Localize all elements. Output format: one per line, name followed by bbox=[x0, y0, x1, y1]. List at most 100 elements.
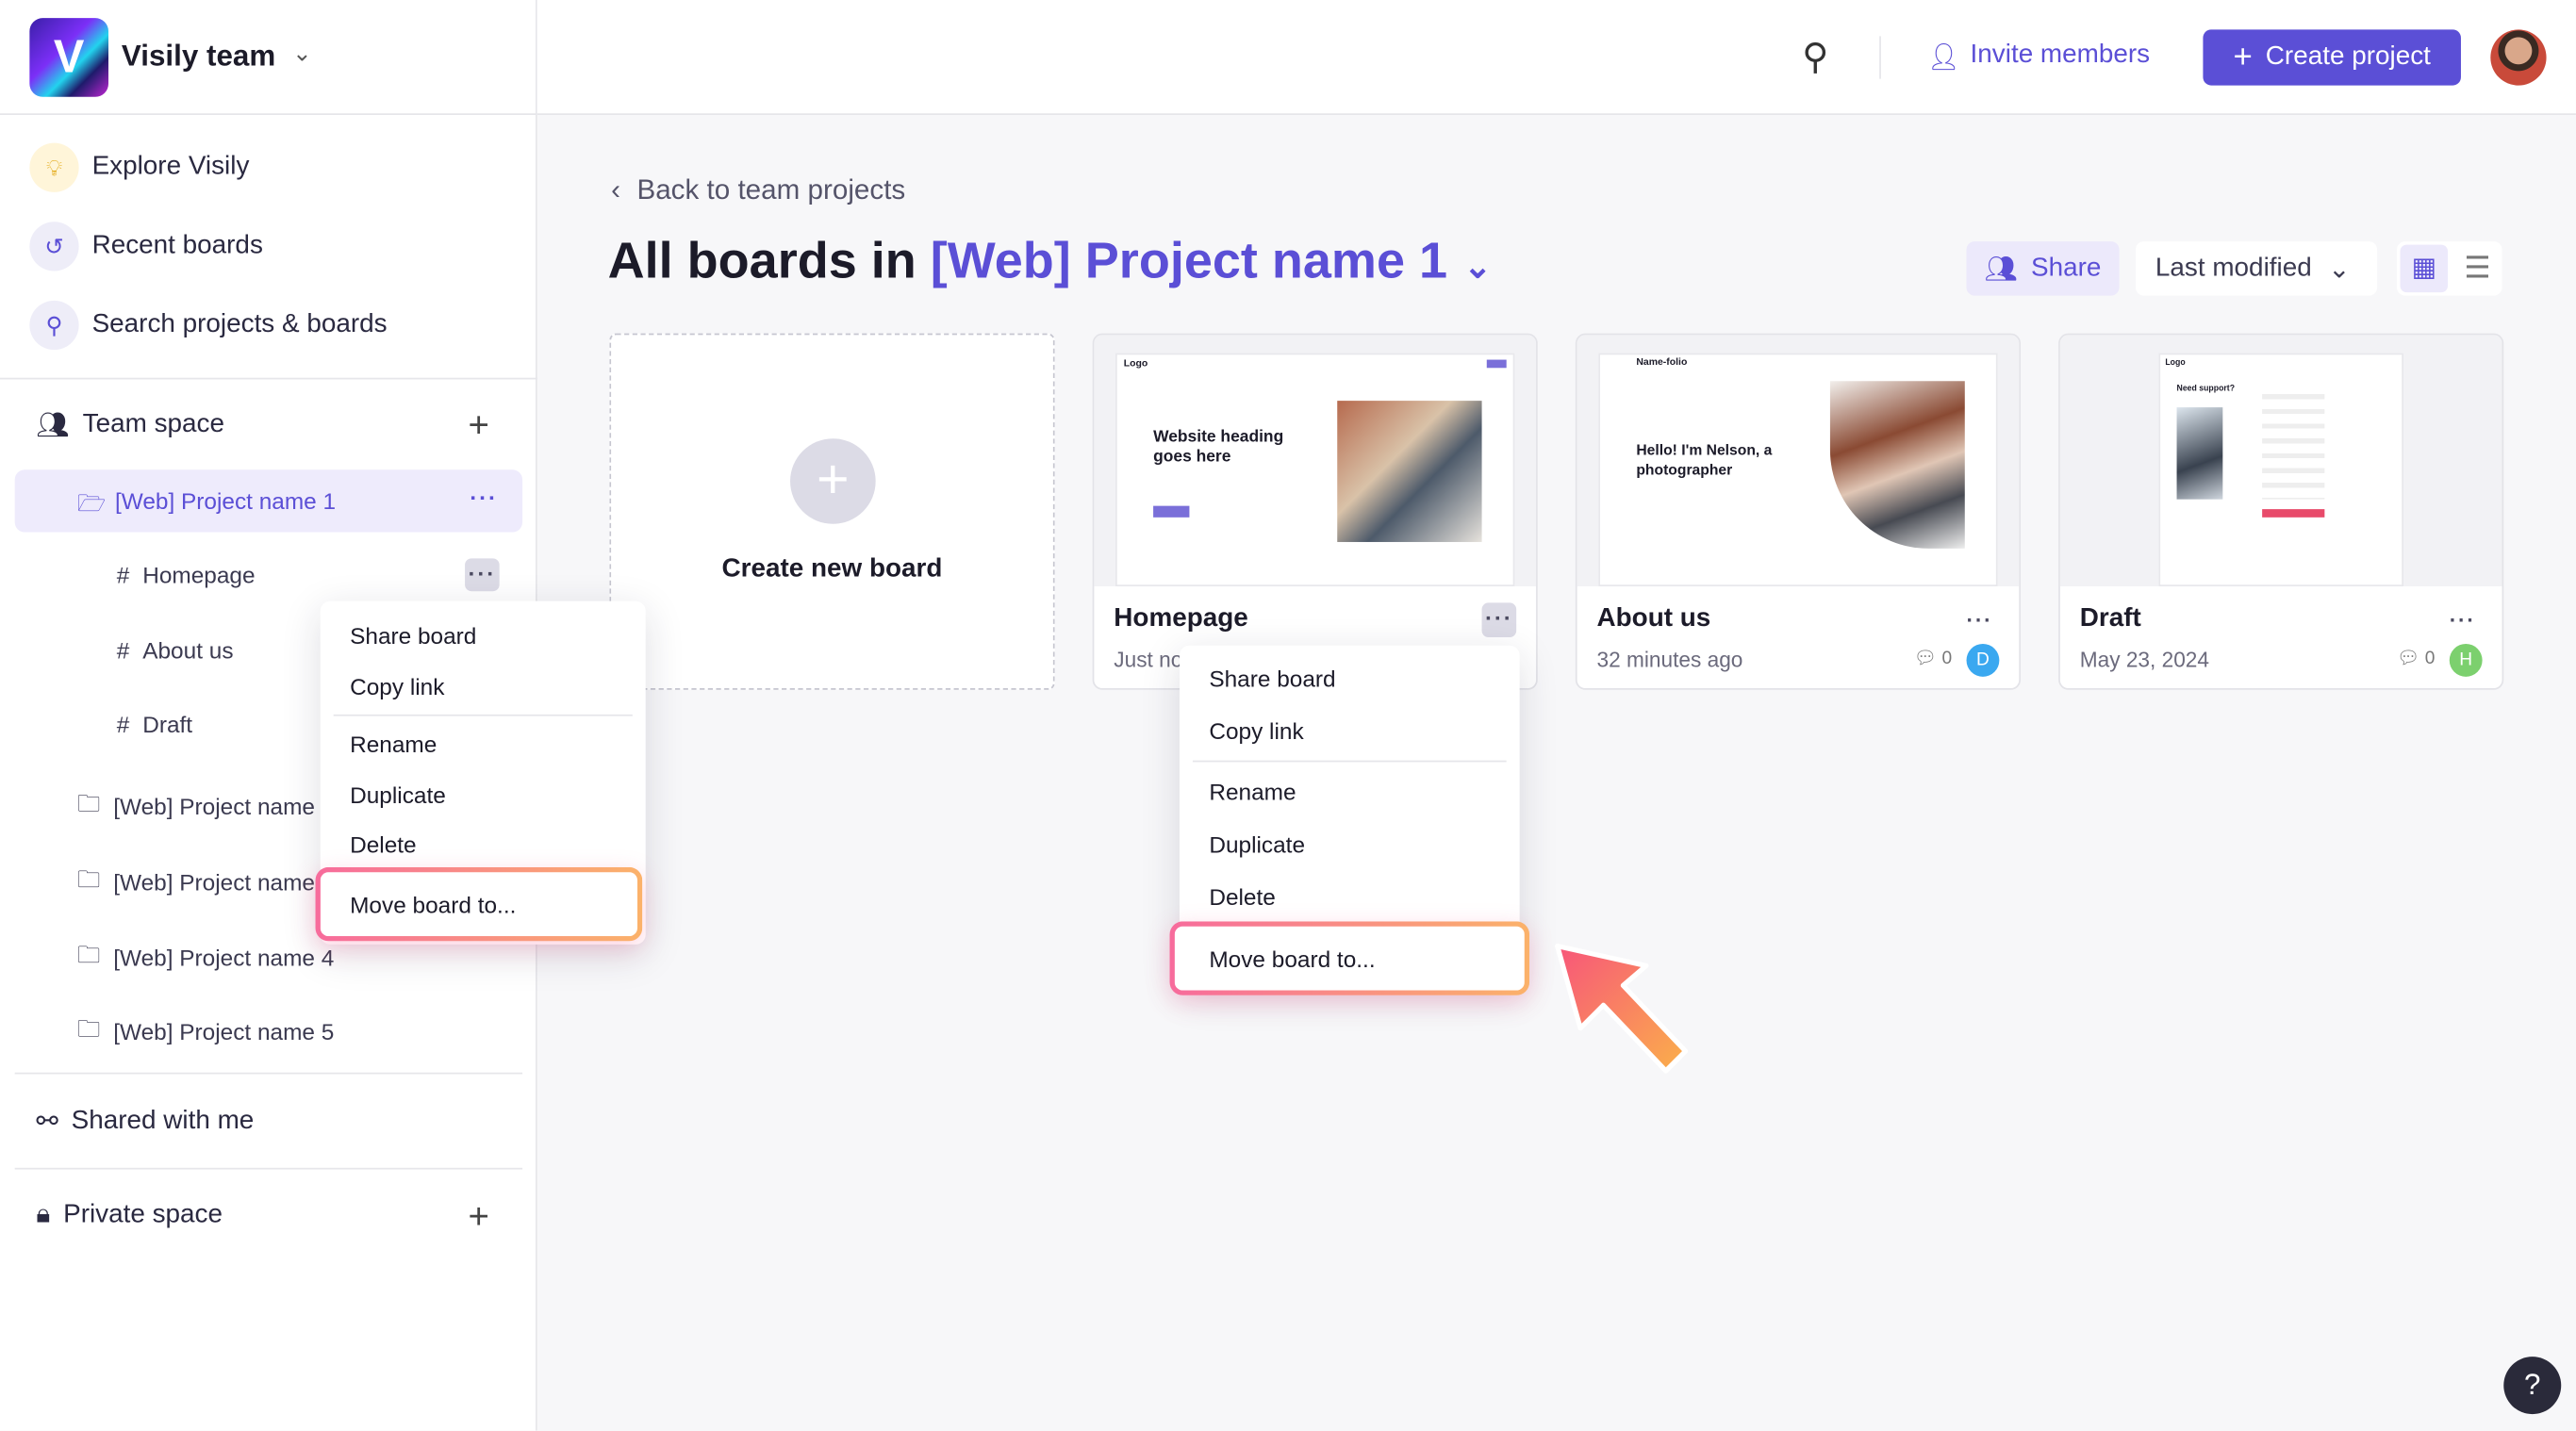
user-add-icon: 👤︎ bbox=[1926, 44, 1961, 73]
comments-value: 0 bbox=[1941, 649, 1953, 669]
board-more-button[interactable]: ··· bbox=[1481, 602, 1517, 638]
sort-label: Last modified bbox=[2155, 254, 2312, 282]
plus-icon: + bbox=[2233, 38, 2253, 75]
sidebar-project[interactable]: 🗀 [Web] Project name 2 bbox=[77, 787, 334, 827]
sort-dropdown[interactable]: Last modified ⌄ bbox=[2135, 241, 2378, 296]
title-prefix: All boards in bbox=[607, 231, 931, 289]
board-more-button[interactable]: ··· bbox=[465, 558, 500, 592]
top-bar: ⚲ 👤︎ Invite members + Create project bbox=[537, 0, 2576, 115]
team-header[interactable]: V Visily team ⌄ bbox=[0, 0, 537, 115]
back-link[interactable]: ‹ Back to team projects bbox=[611, 174, 905, 207]
share-button[interactable]: 👥︎ Share bbox=[1966, 241, 2120, 296]
preview-submit bbox=[2262, 509, 2325, 518]
menu-item-duplicate[interactable]: Duplicate bbox=[1209, 831, 1305, 858]
plus-icon: + bbox=[790, 438, 876, 524]
nav-recent[interactable]: ↺ Recent boards bbox=[29, 222, 263, 271]
avatar: D bbox=[1966, 643, 2000, 677]
divider bbox=[1192, 760, 1507, 763]
sidebar-board-draft[interactable]: # Draft bbox=[117, 711, 192, 737]
sidebar-project[interactable]: 🗀 [Web] Project name 4 bbox=[77, 938, 334, 978]
menu-item-copy-link[interactable]: Copy link bbox=[1209, 717, 1303, 744]
grid-view-icon[interactable]: ▦ bbox=[2400, 244, 2449, 293]
menu-item-move-board[interactable]: Move board to... bbox=[1170, 921, 1530, 995]
chevron-left-icon: ‹ bbox=[611, 173, 621, 206]
add-team-project-button[interactable]: + bbox=[469, 404, 489, 447]
create-label: Create project bbox=[2265, 42, 2431, 71]
board-thumbnail: Name-folio Hello! I'm Nelson, a photogra… bbox=[1577, 335, 2020, 587]
view-toggle: ▦ ☰ bbox=[2397, 241, 2502, 296]
search-icon[interactable]: ⚲ bbox=[1802, 36, 1828, 78]
divider bbox=[14, 1072, 523, 1075]
more-icon[interactable]: ··· bbox=[1967, 608, 1993, 633]
comment-icon: 💬︎ bbox=[2397, 649, 2420, 669]
create-new-board-card[interactable]: + Create new board bbox=[609, 333, 1055, 690]
help-button[interactable]: ? bbox=[2503, 1357, 2562, 1415]
move-board-label: Move board to... bbox=[350, 892, 517, 918]
shared-with-me[interactable]: ⚯ Shared with me bbox=[36, 1106, 254, 1139]
nav-label: Search projects & boards bbox=[91, 310, 388, 338]
sidebar-project[interactable]: 🗀 [Web] Project name 3 bbox=[77, 863, 334, 902]
nav-explore[interactable]: 💡︎ Explore Visily bbox=[29, 142, 250, 192]
board-card-homepage[interactable]: Logo Website heading goes here Homepage … bbox=[1092, 333, 1538, 690]
team-name[interactable]: Visily team bbox=[122, 40, 275, 74]
divider bbox=[14, 1167, 523, 1170]
menu-item-delete[interactable]: Delete bbox=[350, 831, 417, 858]
board-subtitle: 32 minutes ago bbox=[1596, 647, 1743, 672]
more-icon[interactable]: ··· bbox=[2450, 608, 2476, 633]
menu-item-delete[interactable]: Delete bbox=[1209, 883, 1276, 910]
menu-item-rename[interactable]: Rename bbox=[350, 731, 437, 757]
back-label: Back to team projects bbox=[636, 173, 906, 206]
comment-count: 💬︎ 0 bbox=[2397, 647, 2435, 668]
comment-icon: 💬︎ bbox=[1913, 649, 1938, 669]
menu-item-copy-link[interactable]: Copy link bbox=[350, 673, 444, 699]
sidebar-board-about[interactable]: # About us bbox=[117, 637, 234, 664]
avatar[interactable] bbox=[2490, 29, 2547, 86]
chevron-down-icon[interactable]: ⌄ bbox=[1463, 250, 1491, 286]
sidebar-project-selected[interactable]: 🗁 [Web] Project name 1 ··· bbox=[14, 469, 523, 533]
create-project-button[interactable]: + Create project bbox=[2203, 29, 2461, 86]
invite-members-button[interactable]: 👤︎ Invite members bbox=[1927, 41, 2150, 74]
menu-item-move-board[interactable]: Move board to... bbox=[316, 867, 643, 941]
folder-icon: 🗀 bbox=[76, 1014, 101, 1042]
pointer-arrow-icon bbox=[1555, 943, 1689, 1074]
share-icon: ⚯ bbox=[36, 1109, 58, 1137]
project-label: [Web] Project name 2 bbox=[113, 793, 335, 820]
lock-icon: 🔒︎ bbox=[36, 1200, 51, 1229]
chevron-down-icon[interactable]: ⌄ bbox=[292, 40, 311, 68]
share-label: Share bbox=[2031, 254, 2102, 282]
nav-label: Explore Visily bbox=[91, 153, 250, 181]
preview-logo: Logo bbox=[2165, 357, 2186, 369]
sidebar-project[interactable]: 🗀 [Web] Project name 5 bbox=[77, 1012, 334, 1051]
create-board-label: Create new board bbox=[721, 554, 943, 584]
sidebar-board-homepage[interactable]: # Homepage bbox=[117, 562, 256, 588]
list-view-icon[interactable]: ☰ bbox=[2456, 245, 2499, 293]
menu-item-share[interactable]: Share board bbox=[350, 622, 476, 649]
preview-photo bbox=[1337, 401, 1482, 542]
private-space[interactable]: 🔒︎ Private space bbox=[36, 1201, 223, 1230]
frame-icon: # bbox=[116, 637, 130, 664]
people-icon: 👥︎ bbox=[1984, 255, 2019, 284]
folder-icon: 🗀 bbox=[76, 865, 101, 893]
nav-search[interactable]: ⚲ Search projects & boards bbox=[29, 300, 388, 351]
team-space-label: Team space bbox=[82, 410, 224, 439]
menu-item-rename[interactable]: Rename bbox=[1209, 779, 1296, 805]
move-board-label: Move board to... bbox=[1209, 946, 1376, 973]
project-label: [Web] Project name 4 bbox=[113, 944, 335, 971]
preview-heading: Hello! I'm Nelson, a photographer bbox=[1636, 441, 1773, 479]
project-switcher[interactable]: [Web] Project name 1 bbox=[931, 232, 1447, 289]
page-title: All boards in [Web] Project name 1 ⌄ bbox=[608, 232, 1492, 291]
board-card-about[interactable]: Name-folio Hello! I'm Nelson, a photogra… bbox=[1575, 333, 2022, 690]
menu-item-share[interactable]: Share board bbox=[1209, 666, 1335, 692]
divider bbox=[333, 714, 633, 716]
folder-icon: 🗀 bbox=[76, 790, 101, 816]
private-label: Private space bbox=[63, 1200, 223, 1229]
team-space-header[interactable]: 👥︎ Team space bbox=[36, 409, 224, 442]
more-icon[interactable]: ··· bbox=[470, 485, 498, 511]
add-private-button[interactable]: + bbox=[469, 1195, 489, 1238]
frame-icon: # bbox=[116, 711, 130, 738]
board-card-draft[interactable]: Logo Need support? Draft May 23, 2024 ··… bbox=[2058, 333, 2504, 690]
menu-item-duplicate[interactable]: Duplicate bbox=[350, 781, 446, 808]
project-label: [Web] Project name 5 bbox=[113, 1018, 335, 1045]
preview-brand: Name-folio bbox=[1636, 357, 1688, 369]
preview-form bbox=[2262, 384, 2325, 500]
